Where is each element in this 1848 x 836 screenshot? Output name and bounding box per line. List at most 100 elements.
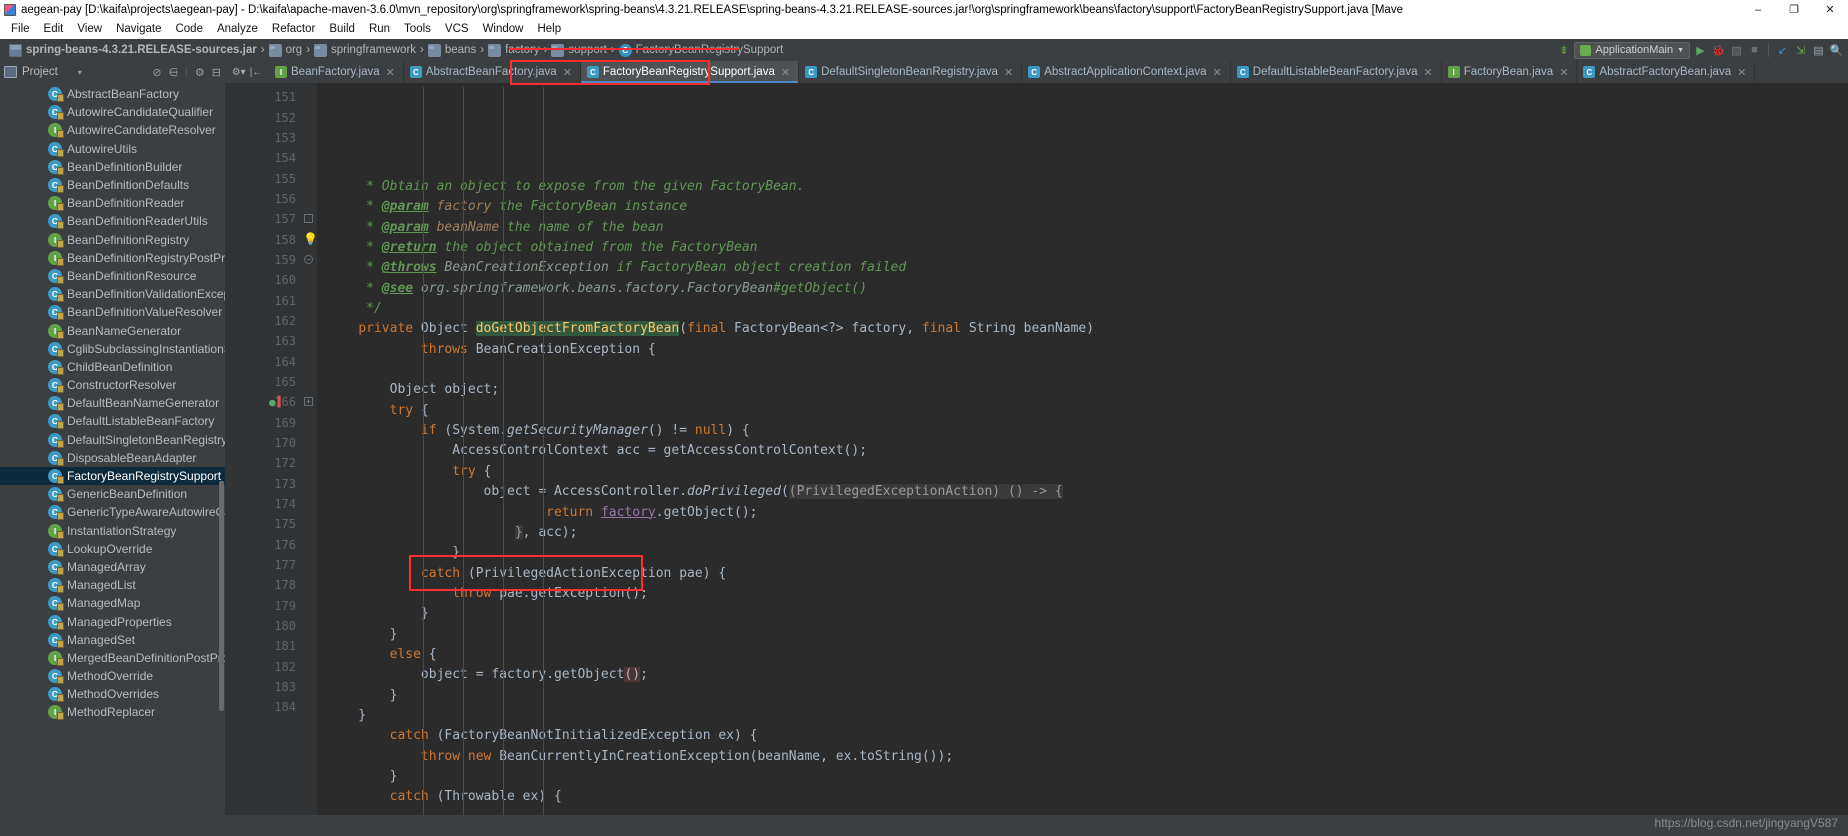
code-line-170[interactable]: }, acc); <box>317 523 1848 543</box>
code-line-165[interactable]: try { <box>317 462 1848 482</box>
code-line-153[interactable]: * @param beanName the name of the bean <box>317 218 1848 238</box>
run-configuration-selector[interactable]: ApplicationMain ▼ <box>1574 41 1690 59</box>
tab-close-icon[interactable]: ✕ <box>1423 66 1432 79</box>
line-number-163[interactable]: 163 <box>225 331 301 351</box>
fold-row-155[interactable] <box>301 168 317 188</box>
menu-item-edit[interactable]: Edit <box>37 19 71 39</box>
line-number-172[interactable]: 172 <box>225 453 301 473</box>
breakpoint-marker[interactable]: ● ▌ <box>269 396 284 409</box>
tab-close-icon[interactable]: ✕ <box>1559 66 1568 79</box>
debug-button[interactable]: 🐞 <box>1711 43 1726 58</box>
run-button[interactable]: ▶ <box>1693 43 1708 58</box>
tree-item-defaultlistablebeanfactory[interactable]: C DefaultListableBeanFactory <box>0 412 225 430</box>
breadcrumb-item-4[interactable]: factory <box>484 39 544 61</box>
fold-row-163[interactable] <box>301 331 317 351</box>
tab-close-icon[interactable]: ✕ <box>563 66 572 79</box>
tree-item-methodreplacer[interactable]: I MethodReplacer <box>0 703 225 721</box>
menu-item-analyze[interactable]: Analyze <box>210 19 265 39</box>
line-number-179[interactable]: 179 <box>225 596 301 616</box>
line-number-166[interactable]: 166 ● ▌ <box>225 392 301 412</box>
fold-row-159[interactable]: − <box>301 250 317 270</box>
fold-row-181[interactable] <box>301 636 317 656</box>
stop-button[interactable]: ■ <box>1747 43 1762 58</box>
line-number-182[interactable]: 182 <box>225 657 301 677</box>
tree-item-defaultbeannamegenerator[interactable]: C DefaultBeanNameGenerator <box>0 394 225 412</box>
fold-row-177[interactable] <box>301 555 317 575</box>
menu-item-tools[interactable]: Tools <box>397 19 438 39</box>
code-line-184[interactable]: catch (Throwable ex) { <box>317 787 1848 807</box>
code-line-152[interactable]: * @param factory the FactoryBean instanc… <box>317 197 1848 217</box>
code-line-177[interactable]: else { <box>317 645 1848 665</box>
project-tree[interactable]: C AbstractBeanFactory C AutowireCandidateQu… <box>0 83 225 815</box>
fold-row-183[interactable] <box>301 677 317 697</box>
code-line-169[interactable]: return factory.getObject(); <box>317 503 1848 523</box>
line-number-181[interactable]: 181 <box>225 636 301 656</box>
fold-row-174[interactable] <box>301 494 317 514</box>
code-line-164[interactable]: AccessControlContext acc = getAccessCont… <box>317 441 1848 461</box>
menu-item-help[interactable]: Help <box>530 19 568 39</box>
tree-item-beandefinitionregistry[interactable]: I BeanDefinitionRegistry <box>0 231 225 249</box>
fold-row-175[interactable] <box>301 514 317 534</box>
fold-collapse-icon[interactable]: − <box>304 254 313 264</box>
source-code[interactable]: * Obtain an object to expose from the gi… <box>317 83 1848 815</box>
line-number-155[interactable]: 155 <box>225 168 301 188</box>
fold-row-156[interactable] <box>301 189 317 209</box>
editor-tab-abstractfactorybean[interactable]: C AbstractFactoryBean.java ✕ <box>1577 61 1756 83</box>
intention-bulb-icon[interactable]: 💡 <box>303 232 318 246</box>
code-line-154[interactable]: * @return the object obtained from the F… <box>317 238 1848 258</box>
minimize-button[interactable]: – <box>1740 0 1776 19</box>
close-button[interactable]: ✕ <box>1812 0 1848 19</box>
line-number-177[interactable]: 177 <box>225 555 301 575</box>
code-line-180[interactable]: } <box>317 706 1848 726</box>
code-line-159[interactable]: throws BeanCreationException { <box>317 340 1848 360</box>
fold-end-icon[interactable] <box>304 214 313 224</box>
code-line-173[interactable]: catch (PrivilegedActionException pae) { <box>317 564 1848 584</box>
line-number-164[interactable]: 164 <box>225 351 301 371</box>
code-editor[interactable]: 151 152 153 154 155 156 157 158 159 160 161 162 163 1… <box>225 83 1848 815</box>
project-tree-scrollbar[interactable] <box>219 481 224 711</box>
tree-item-managedlist[interactable]: C ManagedList <box>0 576 225 594</box>
editor-tab-factorybean[interactable]: I FactoryBean.java ✕ <box>1441 61 1578 83</box>
breadcrumb-item-1[interactable]: org <box>265 39 307 61</box>
tree-item-beandefinitiondefaults[interactable]: C BeanDefinitionDefaults <box>0 176 225 194</box>
collapse-all-icon[interactable]: ⊘ <box>152 66 161 79</box>
run-coverage-button[interactable]: ▧ <box>1729 43 1744 58</box>
search-everywhere-icon[interactable]: 🔍 <box>1829 43 1844 58</box>
hide-panel-icon[interactable]: ⊟ <box>212 66 221 79</box>
fold-row-153[interactable] <box>301 128 317 148</box>
fold-expand-icon[interactable]: + <box>304 397 313 407</box>
line-number-178[interactable]: 178 <box>225 575 301 595</box>
code-line-178[interactable]: object = factory.getObject(); <box>317 665 1848 685</box>
code-line-174[interactable]: throw pae.getException(); <box>317 584 1848 604</box>
line-number-165[interactable]: 165 <box>225 372 301 392</box>
code-line-175[interactable]: } <box>317 604 1848 624</box>
fold-row-152[interactable] <box>301 107 317 127</box>
tab-close-icon[interactable]: ✕ <box>1213 66 1222 79</box>
line-number-176[interactable]: 176 <box>225 535 301 555</box>
tree-item-beannamegenerator[interactable]: I BeanNameGenerator <box>0 321 225 339</box>
fold-row-179[interactable] <box>301 596 317 616</box>
code-line-176[interactable]: } <box>317 625 1848 645</box>
fold-row-166[interactable]: + <box>301 392 317 412</box>
line-number-170[interactable]: 170 <box>225 433 301 453</box>
line-number-174[interactable]: 174 <box>225 494 301 514</box>
settings-gear-icon[interactable]: ⚙ <box>195 66 205 79</box>
menu-item-navigate[interactable]: Navigate <box>109 19 168 39</box>
code-line-163[interactable]: if (System.getSecurityManager() != null)… <box>317 421 1848 441</box>
code-line-151[interactable]: * Obtain an object to expose from the gi… <box>317 177 1848 197</box>
code-line-181[interactable]: catch (FactoryBeanNotInitializedExceptio… <box>317 726 1848 746</box>
tree-item-beandefinitionreader[interactable]: I BeanDefinitionReader <box>0 194 225 212</box>
menu-item-code[interactable]: Code <box>168 19 210 39</box>
fold-row-164[interactable] <box>301 351 317 371</box>
tree-item-autowirecandidateresolver[interactable]: I AutowireCandidateResolver <box>0 121 225 139</box>
menu-item-run[interactable]: Run <box>362 19 397 39</box>
fold-row-170[interactable] <box>301 433 317 453</box>
tree-item-managedproperties[interactable]: C ManagedProperties <box>0 612 225 630</box>
editor-tab-defaultsingletonbeanregistry[interactable]: C DefaultSingletonBeanRegistry.java ✕ <box>799 61 1023 83</box>
line-number-154[interactable]: 154 <box>225 148 301 168</box>
line-number-153[interactable]: 153 <box>225 128 301 148</box>
tree-item-cglibsubclassinginstantiationst[interactable]: C CglibSubclassingInstantiationSt <box>0 340 225 358</box>
fold-gutter[interactable]: 💡 − + <box>301 83 318 815</box>
code-line-166[interactable]: object = AccessController.doPrivileged((… <box>317 482 1848 502</box>
line-number-156[interactable]: 156 <box>225 189 301 209</box>
